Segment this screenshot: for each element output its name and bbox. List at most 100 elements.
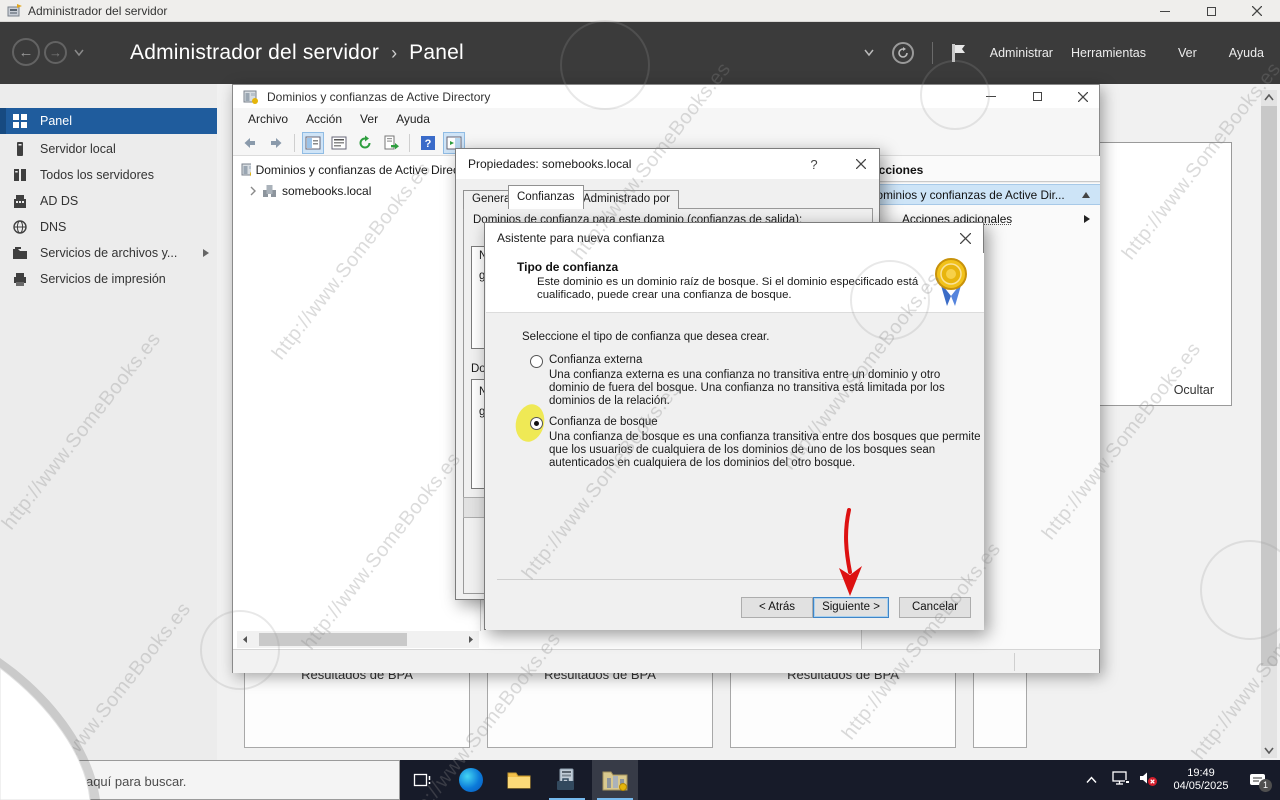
mmc-minimize-icon[interactable] (973, 85, 1009, 108)
dashboard-scrollbar[interactable] (1261, 90, 1277, 758)
window-maximize-icon[interactable] (1188, 0, 1234, 22)
mmc-titlebar: Dominios y confianzas de Active Director… (233, 85, 1099, 108)
sidebar: Panel Servidor local Todos los servidore… (0, 84, 217, 760)
expand-chevron-icon[interactable] (249, 186, 257, 196)
menu-ayuda[interactable]: Ayuda (1229, 46, 1264, 60)
scrollbar-thumb[interactable] (259, 633, 407, 646)
window-minimize-icon[interactable] (1142, 0, 1188, 22)
forward-icon[interactable]: → (44, 41, 67, 64)
wizard-titlebar: Asistente para nueva confianza (485, 223, 983, 253)
new-trust-wizard: Asistente para nueva confianza Tipo de c… (484, 222, 984, 630)
window-close-icon[interactable] (1234, 0, 1280, 22)
addt-taskbar-icon[interactable] (592, 760, 638, 800)
notifications-dropdown-icon[interactable] (864, 49, 874, 57)
sidebar-item-ad-ds[interactable]: AD DS (0, 188, 217, 214)
screen: Administrador del servidor ← → Administr… (0, 0, 1280, 800)
volume-muted-icon[interactable] (1138, 769, 1166, 792)
sidebar-item-servidor-local[interactable]: Servidor local (0, 136, 217, 162)
radio-externa-label[interactable]: Confianza externa (549, 354, 642, 367)
sidebar-item-dns[interactable]: DNS (0, 214, 217, 240)
tree-root-label: Dominios y confianzas de Active Director… (255, 163, 479, 177)
collapse-icon[interactable] (1082, 191, 1090, 198)
sidebar-item-servicios-archivos[interactable]: Servicios de archivos y... (0, 240, 217, 266)
wizard-heading: Tipo de confianza (517, 260, 619, 274)
header-menu: Administrar Herramientas Ver Ayuda (864, 22, 1264, 84)
wizard-body: Seleccione el tipo de confianza que dese… (486, 313, 984, 630)
dialog-help-icon[interactable]: ? (796, 149, 832, 179)
annotation-arrow-icon (839, 508, 862, 596)
mmc-menu-accion[interactable]: Acción (297, 109, 351, 129)
next-button[interactable]: Siguiente > (813, 597, 889, 618)
edge-icon[interactable] (448, 760, 494, 800)
server-manager-header: ← → Administrador del servidor › Panel A… (0, 22, 1280, 84)
tab-administrado-por[interactable]: Administrado por (574, 190, 679, 209)
breadcrumb-root[interactable]: Administrador del servidor (130, 41, 379, 65)
mmc-menu-ayuda[interactable]: Ayuda (387, 109, 439, 129)
sidebar-item-todos-los-servidores[interactable]: Todos los servidores (0, 162, 217, 188)
back-icon[interactable]: ← (12, 38, 40, 66)
system-tray: 19:49 04/05/2025 1 (1086, 760, 1280, 800)
file-explorer-icon[interactable] (496, 760, 542, 800)
properties-titlebar: Propiedades: somebooks.local ? (456, 149, 879, 179)
radio-confianza-externa[interactable] (530, 355, 543, 368)
toolbar-help-icon[interactable]: ? (417, 132, 439, 154)
tray-chevron-icon[interactable] (1086, 771, 1112, 789)
radio-bosque-label[interactable]: Confianza de bosque (549, 416, 658, 429)
menu-herramientas[interactable]: Herramientas (1071, 46, 1146, 60)
action-center-icon[interactable]: 1 (1236, 772, 1280, 792)
radio-bosque-desc: Una confianza de bosque es una confianza… (549, 431, 981, 469)
submenu-arrow-icon (1084, 215, 1090, 223)
mmc-menu-archivo[interactable]: Archivo (239, 109, 297, 129)
nav-dropdown-icon[interactable] (74, 49, 84, 57)
toolbar-console-tree-icon[interactable] (302, 131, 324, 154)
wizard-close-icon[interactable] (945, 223, 985, 253)
scroll-right-icon[interactable] (463, 633, 479, 646)
sidebar-item-label: Panel (40, 114, 72, 128)
dns-icon (13, 220, 27, 234)
mmc-maximize-icon[interactable] (1019, 85, 1055, 108)
breadcrumb-page[interactable]: Panel (409, 41, 464, 65)
tree-horizontal-scrollbar[interactable] (237, 631, 479, 648)
clock-time: 19:49 (1187, 767, 1215, 779)
toolbar-forward-icon[interactable] (265, 132, 287, 154)
toolbar-properties-icon[interactable] (328, 132, 350, 154)
back-button[interactable]: < Atrás (741, 597, 813, 618)
actions-group-label: Dominios y confianzas de Active Dir... (868, 187, 1065, 202)
tree-root[interactable]: Dominios y confianzas de Active Director… (241, 162, 479, 178)
network-icon[interactable] (1112, 770, 1138, 791)
hide-link[interactable]: Ocultar (1174, 383, 1214, 397)
file-services-icon (13, 247, 27, 259)
domain-icon (263, 185, 276, 197)
sidebar-item-label: DNS (40, 220, 67, 234)
mmc-menu-ver[interactable]: Ver (351, 109, 387, 129)
refresh-icon[interactable] (891, 42, 914, 64)
sidebar-item-servicios-impresion[interactable]: Servicios de impresión (0, 266, 217, 292)
tree-item-domain[interactable]: somebooks.local (249, 184, 371, 198)
toolbar-refresh-icon[interactable] (354, 132, 376, 154)
addt-root-icon (241, 163, 251, 176)
actions-group-row[interactable]: Dominios y confianzas de Active Dir... (862, 184, 1100, 205)
mmc-close-icon[interactable] (1065, 85, 1101, 108)
server-manager-taskbar-icon[interactable] (544, 760, 590, 800)
window-titlebar: Administrador del servidor (0, 0, 1280, 22)
flag-icon[interactable] (951, 44, 966, 62)
taskbar-search-input[interactable]: ibe aquí para buscar. (0, 760, 400, 800)
menu-administrar[interactable]: Administrar (990, 46, 1053, 60)
notification-badge: 1 (1259, 779, 1272, 792)
cancel-button[interactable]: Cancelar (899, 597, 971, 618)
wizard-heading-desc: Este dominio es un dominio raíz de bosqu… (537, 276, 919, 301)
toolbar-export-icon[interactable] (380, 132, 402, 154)
radio-confianza-bosque[interactable] (530, 417, 543, 430)
addt-window-icon (243, 90, 258, 104)
breadcrumb: Administrador del servidor › Panel (130, 22, 464, 84)
taskbar-clock[interactable]: 19:49 04/05/2025 (1166, 767, 1236, 793)
scroll-left-icon[interactable] (237, 633, 253, 646)
tab-confianzas[interactable]: Confianzas (508, 185, 584, 209)
toolbar-back-icon[interactable] (239, 132, 261, 154)
task-view-icon[interactable] (400, 760, 446, 800)
mmc-title: Dominios y confianzas de Active Director… (267, 90, 491, 104)
server-icon (17, 142, 23, 156)
menu-ver[interactable]: Ver (1178, 46, 1197, 60)
sidebar-item-panel[interactable]: Panel (0, 108, 217, 134)
dialog-close-icon[interactable] (841, 149, 881, 179)
